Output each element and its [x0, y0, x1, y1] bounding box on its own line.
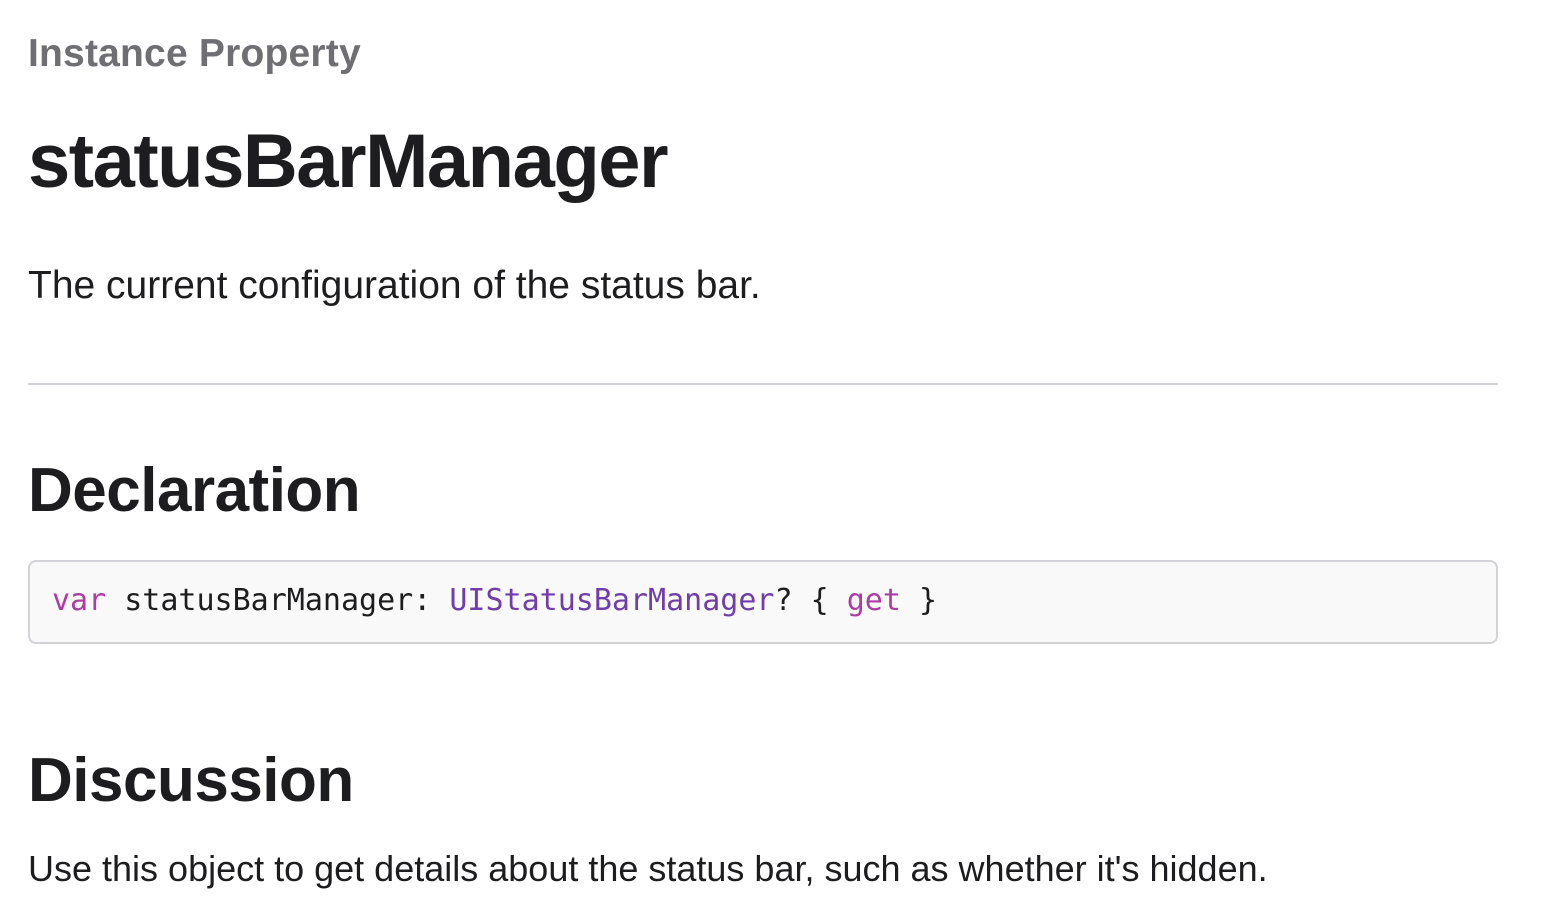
- abstract-text: The current configuration of the status …: [28, 264, 761, 307]
- code-keyword-var: var: [52, 583, 107, 618]
- discussion-text: Use this object to get details about the…: [28, 848, 1268, 889]
- declaration-code-block[interactable]: var statusBarManager: UIStatusBarManager…: [28, 560, 1498, 644]
- code-optional-brace: ? {: [774, 583, 847, 618]
- symbol-kind-eyebrow: Instance Property: [28, 32, 361, 75]
- page-title: statusBarManager: [28, 119, 669, 204]
- code-type-link[interactable]: UIStatusBarManager: [449, 583, 774, 618]
- declaration-heading: Declaration: [28, 456, 361, 525]
- code-keyword-get: get: [846, 583, 901, 618]
- discussion-heading: Discussion: [28, 746, 354, 815]
- declaration-code-line[interactable]: var statusBarManager: UIStatusBarManager…: [52, 583, 937, 618]
- code-closing-brace: }: [900, 583, 938, 618]
- code-property-name: statusBarManager:: [106, 583, 450, 618]
- section-divider: [28, 383, 1498, 385]
